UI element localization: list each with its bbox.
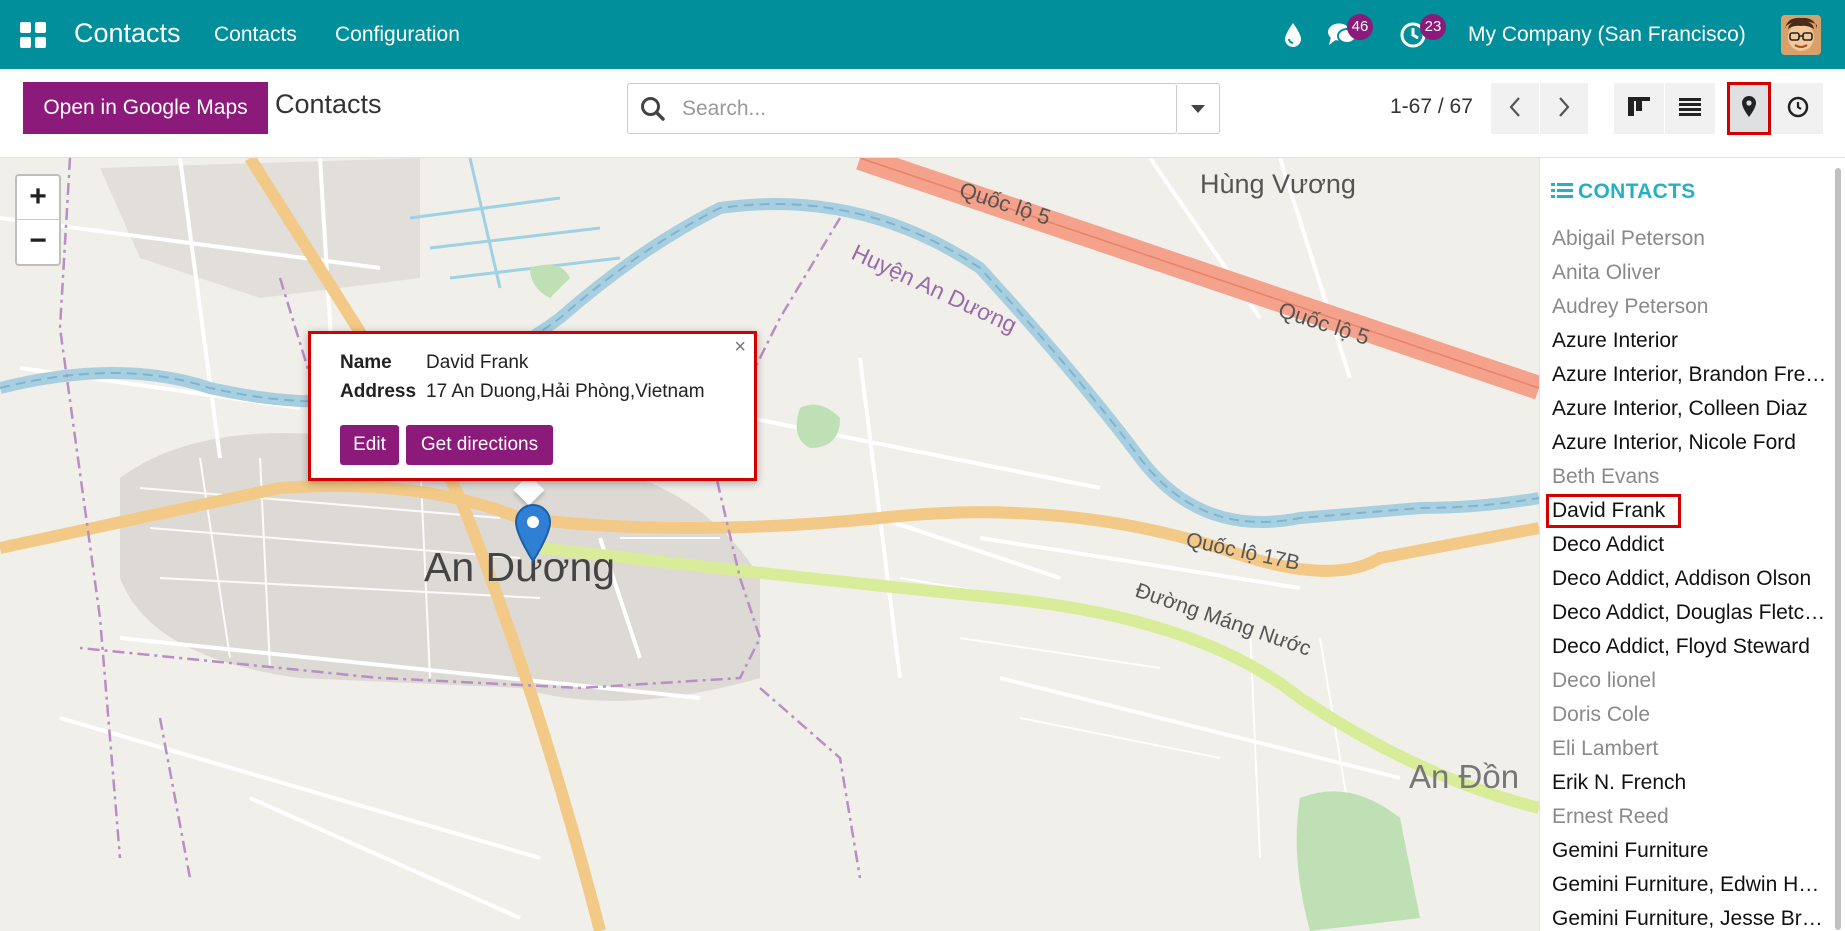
clock-icon [1787, 96, 1809, 118]
sidebar-contact-item[interactable]: Deco Addict, Floyd Steward [1540, 630, 1830, 664]
chevron-left-icon [1509, 97, 1520, 117]
sidebar-contact-item[interactable]: Beth Evans [1540, 460, 1830, 494]
svg-text:An Đồn: An Đồn [1409, 758, 1519, 795]
popup-close-button[interactable]: × [734, 336, 746, 359]
view-activity-button[interactable] [1773, 83, 1823, 134]
sidebar-scrollbar[interactable] [1833, 162, 1843, 930]
droplet-icon[interactable] [1284, 22, 1302, 53]
sidebar-contact-item[interactable]: Doris Cole [1540, 698, 1830, 732]
sidebar-contact-item[interactable]: Deco Addict, Addison Olson [1540, 562, 1830, 596]
map-area[interactable]: Hùng Vương Quốc lộ 5 Quốc lộ 5 Huyện An … [0, 158, 1539, 931]
scrollbar-thumb[interactable] [1835, 168, 1841, 930]
pager-next-button[interactable] [1540, 83, 1588, 134]
messages-icon[interactable]: 46 [1327, 14, 1373, 54]
sidebar-contact-item[interactable]: Gemini Furniture, Edwin Hansen [1540, 868, 1830, 902]
map-marker-icon[interactable] [514, 503, 552, 568]
sidebar-contact-item[interactable]: Ernest Reed [1540, 800, 1830, 834]
sidebar-contact-item[interactable]: Audrey Peterson [1540, 290, 1830, 324]
sidebar-contact-item[interactable]: Azure Interior, Nicole Ford [1540, 426, 1830, 460]
open-google-maps-button[interactable]: Open in Google Maps [23, 82, 268, 134]
zoom-in-button[interactable]: + [17, 176, 59, 220]
company-switcher[interactable]: My Company (San Francisco) [1468, 23, 1746, 47]
list-icon [1679, 98, 1701, 116]
sidebar-contact-item[interactable]: Deco Addict, Douglas Fletcher [1540, 596, 1830, 630]
contacts-sidebar: CONTACTS Abigail Peterson Anita Oliver Aud… [1539, 158, 1845, 931]
map-label-hung-vuong: Hùng Vương [1200, 169, 1356, 199]
menu-configuration[interactable]: Configuration [335, 23, 460, 47]
contacts-list: Abigail Peterson Anita Oliver Audrey Peter… [1540, 222, 1830, 931]
sidebar-contact-item[interactable]: Abigail Peterson [1540, 222, 1830, 256]
sidebar-contact-item[interactable]: Azure Interior, Colleen Diaz [1540, 392, 1830, 426]
map-marker-icon [1742, 96, 1756, 117]
sidebar-contact-item[interactable]: David Frank [1546, 494, 1681, 528]
zoom-out-button[interactable]: − [17, 220, 59, 264]
search-input[interactable] [682, 94, 1162, 124]
messages-badge: 46 [1347, 14, 1373, 40]
chevron-right-icon [1559, 97, 1570, 117]
sidebar-contact-item[interactable]: Azure Interior [1540, 324, 1830, 358]
activity-clock-icon[interactable]: 23 [1400, 14, 1446, 54]
user-avatar[interactable] [1781, 15, 1821, 55]
sidebar-header-label: CONTACTS [1578, 180, 1696, 203]
svg-text:Quốc lộ 17B: Quốc lộ 17B [1184, 528, 1302, 575]
contact-popup: × Name David Frank Address 17 An Duong,H… [308, 331, 757, 481]
search-options-toggle[interactable] [1177, 83, 1220, 134]
sidebar-contact-item[interactable]: Azure Interior, Brandon Freeman [1540, 358, 1830, 392]
popup-edit-button[interactable]: Edit [340, 425, 399, 465]
sidebar-contact-item[interactable]: Gemini Furniture, Jesse Brown [1540, 902, 1830, 931]
top-navbar: Contacts Contacts Configuration 46 23 My… [0, 0, 1845, 69]
sidebar-header: CONTACTS [1551, 180, 1696, 204]
activities-badge: 23 [1420, 14, 1446, 40]
view-kanban-button[interactable] [1614, 83, 1664, 134]
sidebar-contact-item[interactable]: Gemini Furniture [1540, 834, 1830, 868]
search-icon [640, 96, 666, 127]
popup-address-value: 17 An Duong,Hải Phòng,Vietnam [426, 381, 705, 402]
list-icon [1551, 183, 1573, 198]
sidebar-contact-item[interactable]: Deco lionel [1540, 664, 1830, 698]
sidebar-contact-item[interactable]: Erik N. French [1540, 766, 1830, 800]
zoom-control: + − [15, 174, 61, 266]
sidebar-contact-item[interactable]: Deco Addict [1540, 528, 1830, 562]
popup-name-value: David Frank [426, 352, 529, 373]
page-title: Contacts [275, 89, 382, 119]
search-box [627, 83, 1177, 134]
view-list-button[interactable] [1665, 83, 1715, 134]
view-map-button[interactable] [1727, 82, 1771, 135]
svg-text:Quốc lộ 5: Quốc lộ 5 [956, 177, 1053, 230]
get-directions-button[interactable]: Get directions [406, 425, 553, 465]
apps-menu-icon[interactable] [20, 22, 46, 48]
sidebar-contact-item[interactable]: Eli Lambert [1540, 732, 1830, 766]
sidebar-contact-item[interactable]: Anita Oliver [1540, 256, 1830, 290]
popup-address-label: Address [340, 381, 417, 402]
kanban-icon [1628, 97, 1650, 116]
menu-contacts[interactable]: Contacts [214, 23, 297, 47]
pager-value[interactable]: 1-67 / 67 [1390, 95, 1473, 119]
pager-previous-button[interactable] [1491, 83, 1539, 134]
app-title[interactable]: Contacts [74, 18, 181, 49]
control-panel: Open in Google Maps Contacts 1-67 / 67 [0, 69, 1845, 158]
popup-name-label: Name [340, 352, 392, 373]
map-tiles: Hùng Vương Quốc lộ 5 Quốc lộ 5 Huyện An … [0, 158, 1539, 931]
